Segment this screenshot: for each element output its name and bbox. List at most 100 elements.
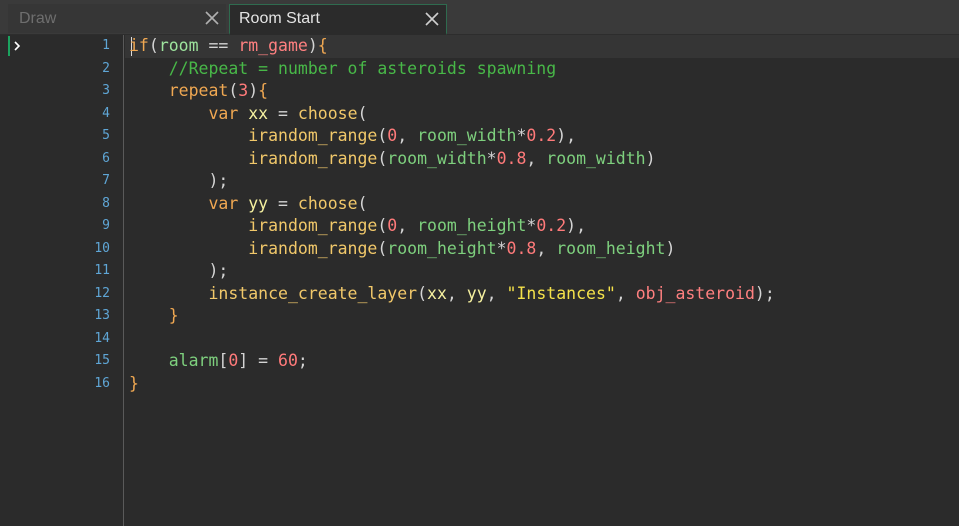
code-token: var bbox=[208, 193, 239, 213]
code-token: 60 bbox=[278, 351, 298, 370]
line-number: 14 bbox=[94, 330, 110, 346]
code-line: ); bbox=[129, 170, 228, 193]
code-token: rm_game bbox=[238, 36, 308, 55]
code-token: room bbox=[158, 36, 199, 55]
code-token: ) bbox=[665, 238, 676, 258]
code-line: alarm[0] = 60; bbox=[129, 350, 308, 373]
code-line: var yy = choose( bbox=[129, 193, 367, 216]
code-token: ( bbox=[357, 103, 368, 123]
code-token: == bbox=[198, 36, 239, 55]
code-token: ; bbox=[297, 351, 308, 370]
line-number: 10 bbox=[94, 240, 110, 256]
code-line: } bbox=[129, 305, 179, 328]
code-token: instance_create_layer bbox=[208, 283, 418, 303]
code-token: choose bbox=[297, 103, 358, 123]
tab-room-start[interactable]: Room Start bbox=[229, 4, 447, 35]
code-token: ( bbox=[377, 126, 388, 145]
code-token: ); bbox=[129, 171, 229, 190]
code-token: 0 bbox=[387, 126, 398, 145]
code-line: repeat(3){ bbox=[129, 80, 268, 103]
code-token: repeat bbox=[168, 81, 229, 100]
code-token: ), bbox=[566, 216, 587, 235]
code-token: ) bbox=[645, 148, 656, 168]
close-icon[interactable] bbox=[204, 10, 220, 26]
line-number: 7 bbox=[102, 173, 110, 188]
code-token: 0.2 bbox=[536, 216, 567, 235]
code-token: { bbox=[258, 81, 269, 100]
code-token: 0 bbox=[228, 351, 239, 370]
code-token: 0.8 bbox=[506, 238, 537, 258]
line-number: 12 bbox=[94, 285, 110, 301]
line-number: 1 bbox=[102, 38, 110, 53]
code-token: , bbox=[615, 283, 636, 303]
code-token: obj_asteroid bbox=[635, 283, 755, 303]
code-line: irandom_range(room_width*0.8, room_width… bbox=[129, 148, 656, 171]
line-number: 2 bbox=[102, 60, 110, 76]
code-token: xx bbox=[248, 103, 269, 123]
tab-draw[interactable]: Draw bbox=[8, 4, 226, 33]
tab-bar: Draw Room Start bbox=[0, 0, 959, 35]
code-token: ), bbox=[556, 126, 577, 145]
tab-label: Draw bbox=[19, 9, 57, 27]
code-token: ( bbox=[357, 193, 368, 213]
line-number: 6 bbox=[102, 150, 110, 166]
code-token: ] = bbox=[238, 351, 279, 370]
line-number: 3 bbox=[102, 83, 110, 98]
code-token: , bbox=[397, 216, 418, 235]
code-token: * bbox=[516, 126, 527, 145]
code-line: var xx = choose( bbox=[129, 103, 367, 126]
fold-arrow-icon[interactable] bbox=[12, 41, 22, 51]
code-token: ); bbox=[754, 283, 775, 303]
code-token: xx bbox=[427, 283, 447, 303]
code-token: 3 bbox=[238, 81, 249, 100]
code-token: room_width bbox=[387, 148, 487, 168]
code-line: irandom_range(0, room_height*0.2), bbox=[129, 215, 586, 238]
code-token: , bbox=[446, 283, 467, 303]
close-icon[interactable] bbox=[424, 11, 440, 27]
line-number: 13 bbox=[94, 308, 110, 323]
code-token: = bbox=[268, 193, 298, 213]
code-token: var bbox=[208, 103, 239, 123]
code-token: irandom_range bbox=[248, 238, 378, 258]
code-token: * bbox=[486, 148, 497, 168]
code-token: yy bbox=[248, 193, 269, 213]
code-token: ) bbox=[307, 36, 318, 55]
code-token: choose bbox=[297, 193, 358, 213]
code-token: ( bbox=[377, 238, 388, 258]
code-token: 0.8 bbox=[496, 148, 527, 168]
code-editor[interactable]: 1 2 3 4 5 6 7 8 9 10 11 12 13 14 15 16 if(room == rm_ga… bbox=[0, 35, 959, 526]
line-number: 16 bbox=[94, 375, 110, 391]
line-number: 9 bbox=[102, 218, 110, 233]
code-line: ); bbox=[129, 260, 228, 283]
code-token: room_height bbox=[556, 238, 666, 258]
code-area[interactable]: if(room == rm_game){ //Repeat = number o… bbox=[129, 35, 959, 526]
line-number: 11 bbox=[94, 263, 110, 278]
code-token: room_width bbox=[417, 126, 517, 145]
code-token: [ bbox=[218, 351, 229, 370]
code-token: ( bbox=[228, 81, 239, 100]
code-token: { bbox=[317, 36, 328, 55]
code-line: irandom_range(room_height*0.8, room_heig… bbox=[129, 238, 675, 261]
code-token: , bbox=[526, 148, 547, 168]
line-number-gutter: 1 2 3 4 5 6 7 8 9 10 11 12 13 14 15 16 bbox=[0, 35, 124, 526]
code-line: if(room == rm_game){ bbox=[129, 35, 328, 58]
code-token: ( bbox=[377, 216, 388, 235]
code-token: irandom_range bbox=[248, 148, 378, 168]
code-token: irandom_range bbox=[248, 126, 378, 145]
code-token: irandom_range bbox=[248, 216, 378, 235]
code-token: ( bbox=[377, 148, 388, 168]
code-token: //Repeat = number of asteroids spawning bbox=[168, 58, 557, 78]
tab-label: Room Start bbox=[239, 10, 320, 27]
code-token: alarm bbox=[168, 351, 219, 370]
code-token: yy bbox=[466, 283, 487, 303]
